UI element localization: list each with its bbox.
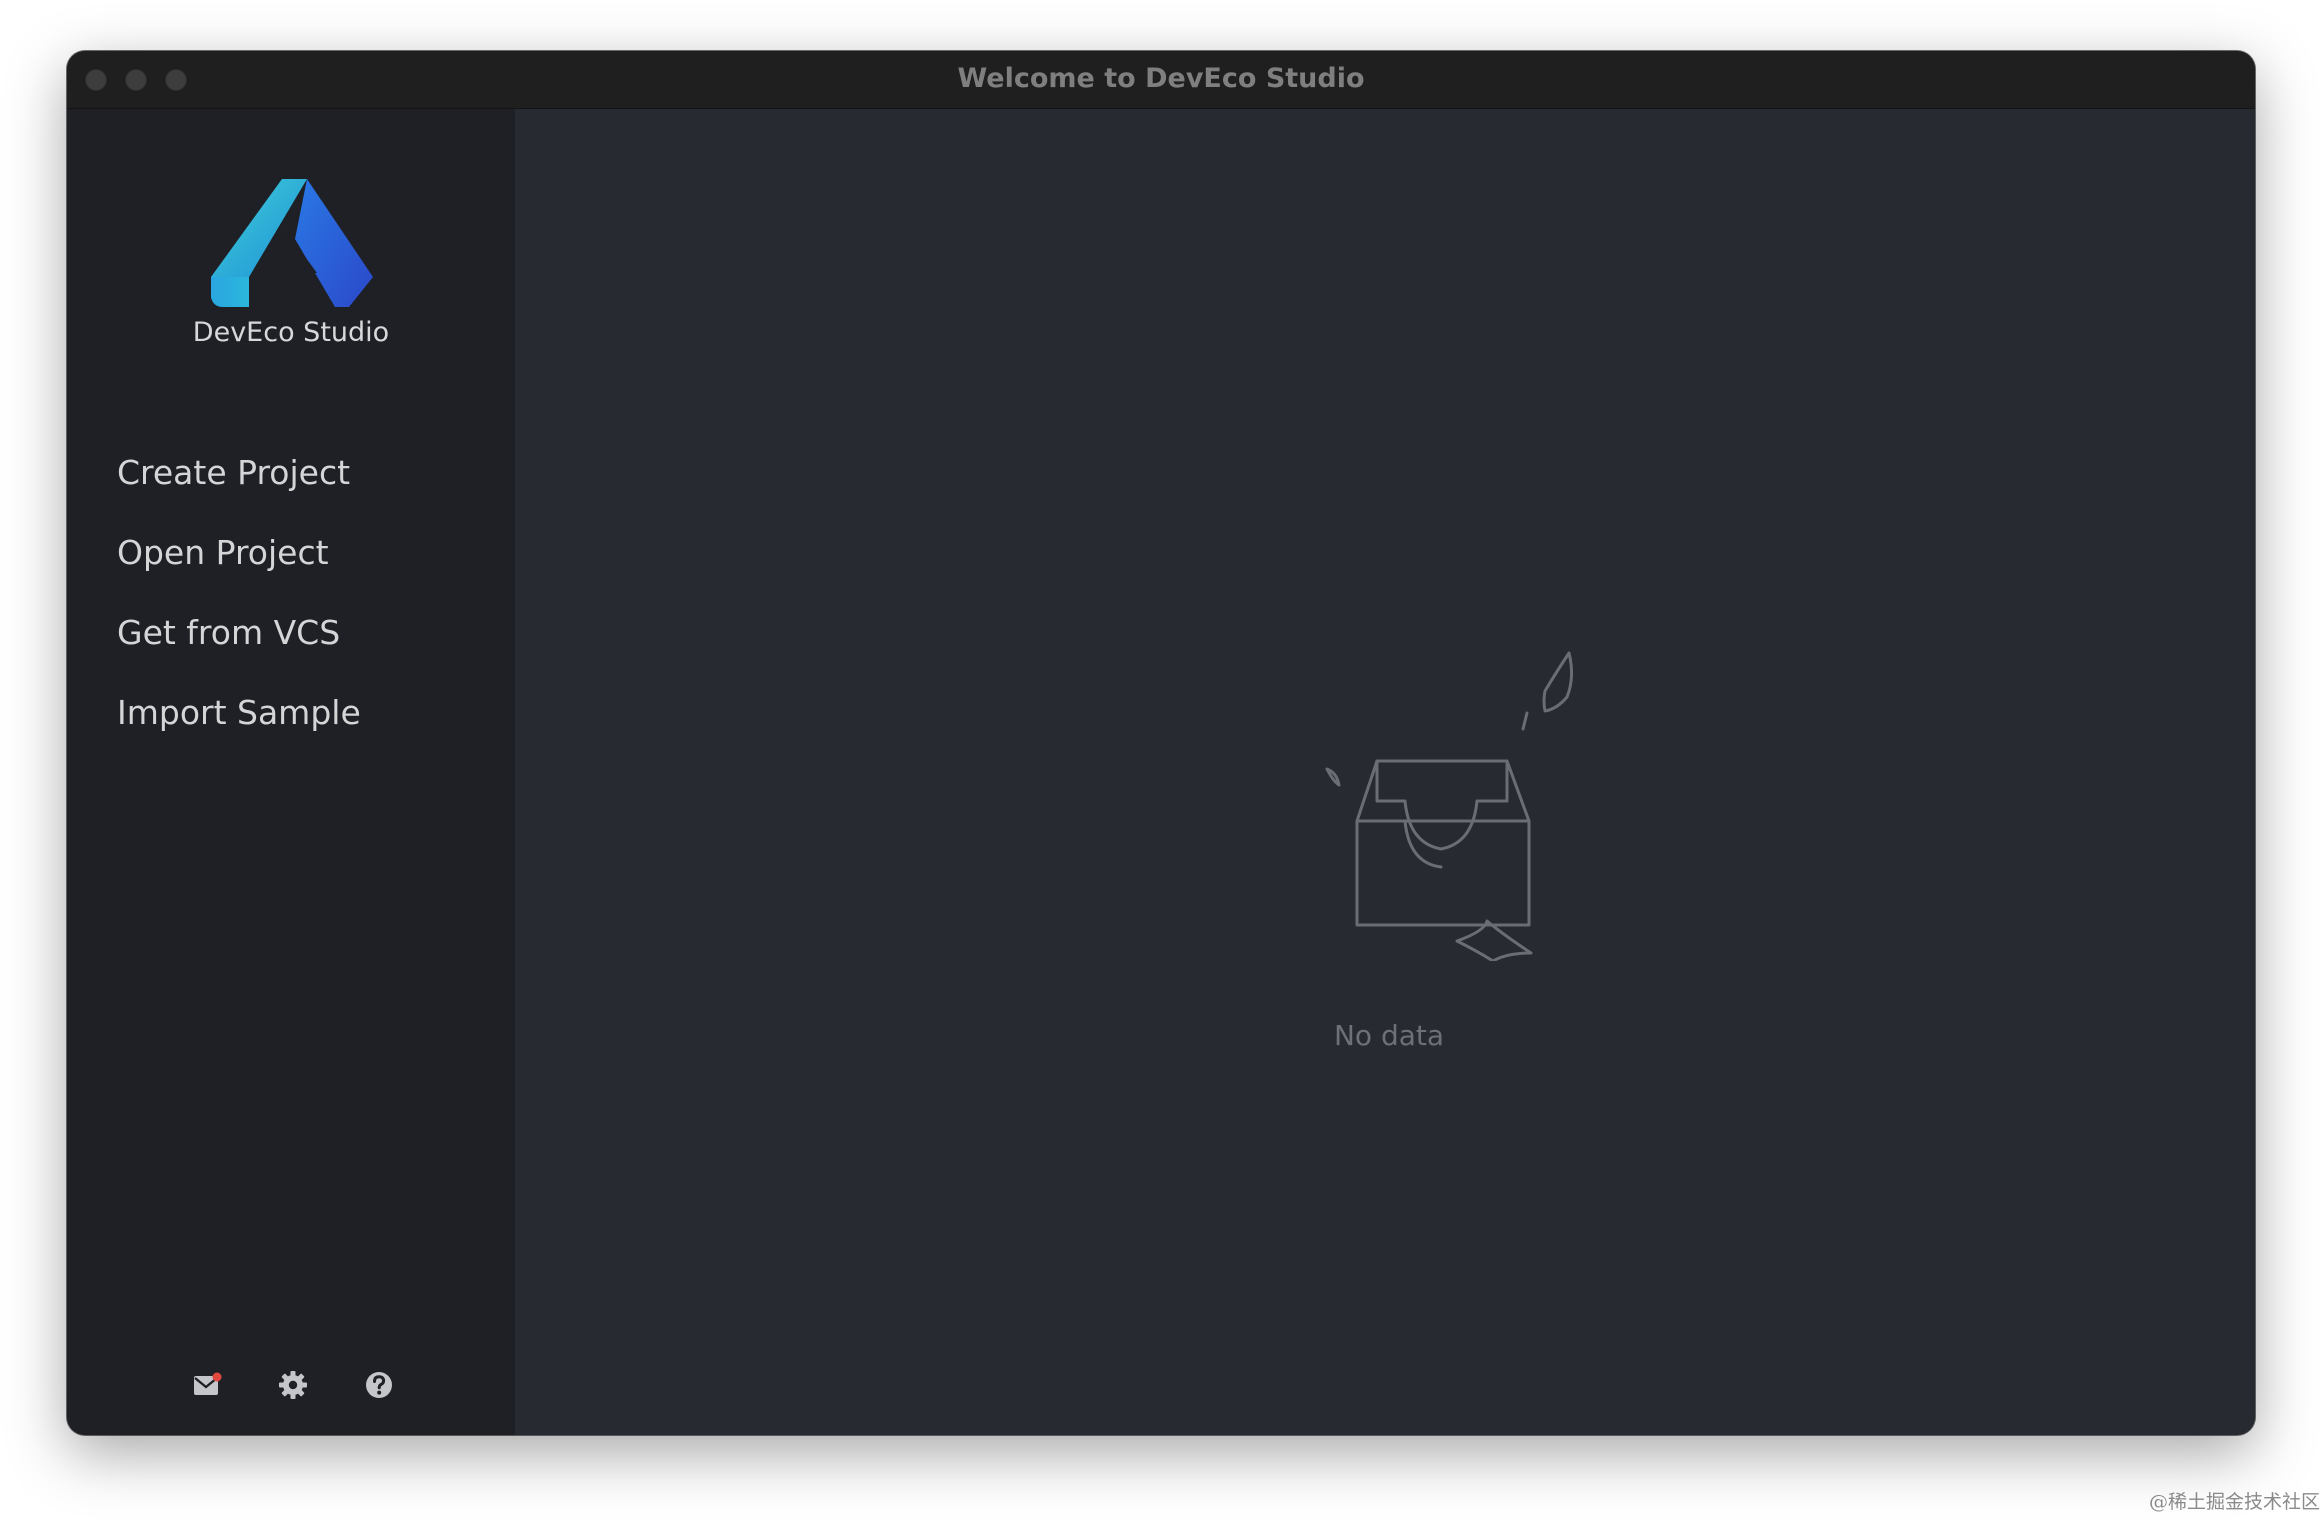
titlebar[interactable]: Welcome to DevEco Studio xyxy=(67,51,2255,109)
recent-projects-panel: No data xyxy=(515,109,2255,1435)
empty-inbox-icon xyxy=(1325,651,1574,961)
app-name: DevEco Studio xyxy=(192,317,390,348)
import-sample-button[interactable]: Import Sample xyxy=(117,673,361,753)
empty-state-text: No data xyxy=(1333,1019,1445,1052)
sidebar: DevEco Studio Create Project Open Projec… xyxy=(67,109,515,1435)
get-from-vcs-button[interactable]: Get from VCS xyxy=(117,593,361,673)
deveco-logo-icon xyxy=(211,179,373,307)
sidebar-bottom-toolbar xyxy=(67,1368,515,1408)
watermark: @稀土掘金技术社区 xyxy=(2148,1491,2320,1513)
open-project-button[interactable]: Open Project xyxy=(117,513,361,593)
create-project-button[interactable]: Create Project xyxy=(117,433,361,513)
window-title: Welcome to DevEco Studio xyxy=(957,63,1365,94)
welcome-actions-menu: Create Project Open Project Get from VCS… xyxy=(117,433,361,753)
gear-icon[interactable] xyxy=(276,1368,310,1402)
mail-icon[interactable] xyxy=(190,1368,224,1402)
welcome-window: Welcome to DevEco Studio DevEco Studio C… xyxy=(67,51,2255,1435)
help-icon[interactable] xyxy=(362,1368,396,1402)
